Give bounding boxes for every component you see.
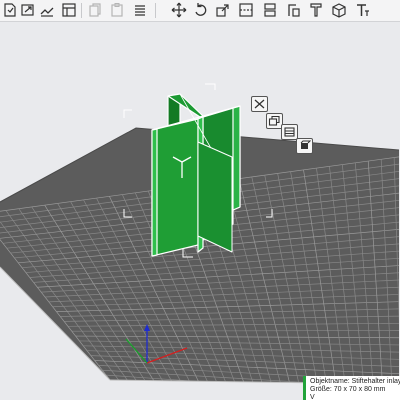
place-on-face-icon[interactable]	[261, 1, 279, 19]
mirror-icon[interactable]	[237, 1, 255, 19]
layers-button[interactable]	[281, 124, 298, 140]
toolbar	[0, 0, 400, 22]
object-info-panel: Objektname: Stiftehalter inlay Größe: 70…	[303, 376, 400, 400]
model-stiftehalter	[151, 93, 241, 257]
remove-icon	[254, 99, 265, 109]
support-icon[interactable]	[307, 1, 325, 19]
object-settings-button[interactable]	[296, 138, 313, 154]
cut-icon[interactable]	[285, 1, 303, 19]
rotate-icon[interactable]	[192, 1, 210, 19]
remove-object-button[interactable]	[251, 96, 268, 112]
copy-icon[interactable]	[86, 1, 104, 19]
duplicate-icon	[268, 115, 280, 126]
model-settings-icon[interactable]	[38, 1, 56, 19]
move-icon[interactable]	[170, 1, 188, 19]
scale-to-plate-icon[interactable]	[19, 1, 37, 19]
cube-icon[interactable]	[330, 1, 348, 19]
menu-icon[interactable]	[131, 1, 149, 19]
object-size-label: Größe: 70 x 70 x 80 mm	[310, 386, 386, 393]
3d-viewport[interactable]	[0, 22, 400, 400]
settings-icon	[300, 140, 311, 149]
scale-icon[interactable]	[214, 1, 232, 19]
text-icon[interactable]	[354, 1, 372, 19]
object-volume-label: V	[310, 394, 315, 400]
object-name-label: Objektname: Stiftehalter inlay	[310, 378, 400, 385]
build-plate-scene	[0, 83, 400, 385]
paste-icon[interactable]	[108, 1, 126, 19]
layers-icon	[284, 127, 295, 137]
layout-icon[interactable]	[60, 1, 78, 19]
import-icon[interactable]	[1, 1, 19, 19]
